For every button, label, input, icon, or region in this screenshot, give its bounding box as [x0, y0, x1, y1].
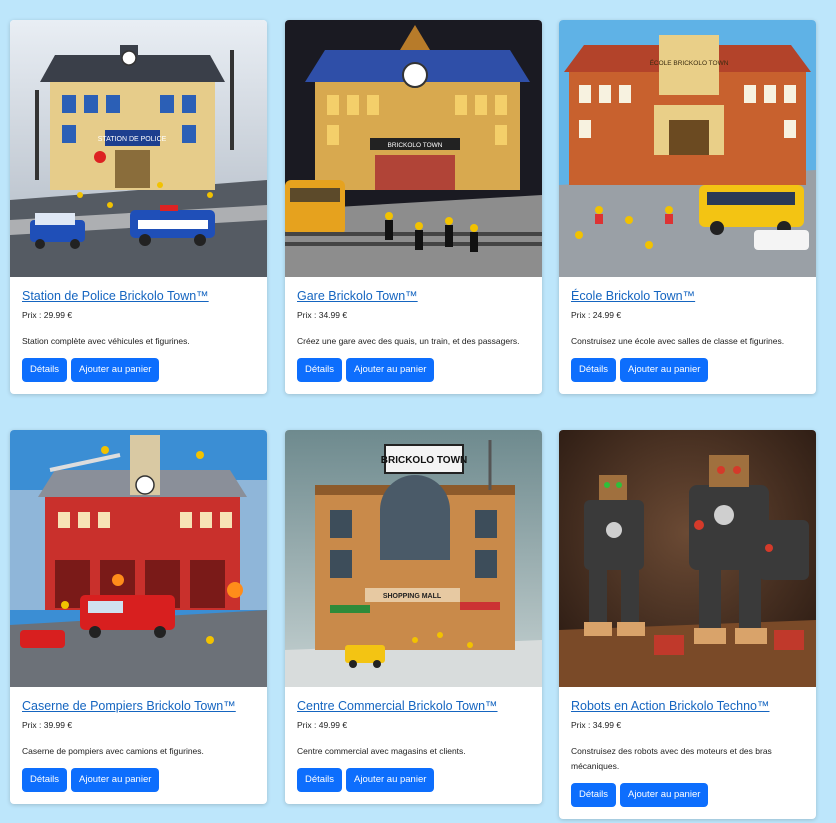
product-description: Construisez des robots avec des moteurs … [571, 746, 772, 771]
product-title-link[interactable]: Station de Police Brickolo Town™ [22, 288, 255, 304]
train-station-illustration: BRICKOLO TOWN [285, 20, 542, 277]
product-image-train-station[interactable]: BRICKOLO TOWN [285, 20, 542, 277]
product-image-police-station[interactable]: STATION DE POLICE [10, 20, 267, 277]
add-to-cart-button[interactable]: Ajouter au panier [71, 768, 160, 792]
details-button[interactable]: Détails [297, 358, 343, 382]
product-price: Prix : 39.99 € [22, 720, 73, 730]
product-card-shopping-mall: BRICKOLO TOWN SHOPPING MALL Centre Comme… [285, 430, 542, 804]
product-price: Prix : 24.99 € [571, 310, 622, 320]
add-to-cart-button[interactable]: Ajouter au panier [71, 358, 160, 382]
police-station-illustration: STATION DE POLICE [10, 20, 267, 277]
product-image-robots[interactable] [559, 430, 816, 687]
product-title-link[interactable]: Gare Brickolo Town™ [297, 288, 530, 304]
product-title-link[interactable]: Centre Commercial Brickolo Town™ [297, 698, 530, 714]
school-illustration: ÉCOLE BRICKOLO TOWN [559, 20, 816, 277]
product-actions: Détails Ajouter au panier [571, 783, 804, 807]
product-image-school[interactable]: ÉCOLE BRICKOLO TOWN [559, 20, 816, 277]
robots-illustration [559, 430, 816, 687]
add-to-cart-button[interactable]: Ajouter au panier [620, 358, 709, 382]
add-to-cart-button[interactable]: Ajouter au panier [620, 783, 709, 807]
product-card-school: ÉCOLE BRICKOLO TOWN École Brickolo Town™ [559, 20, 816, 394]
product-card-fire-station: Caserne de Pompiers Brickolo Town™ Prix … [10, 430, 267, 804]
product-card-train-station: BRICKOLO TOWN Gare Brickolo Town™ Prix :… [285, 20, 542, 394]
police-sign-text: STATION DE POLICE [98, 136, 167, 143]
school-sign-text: ÉCOLE BRICKOLO TOWN [650, 58, 729, 67]
product-title-link[interactable]: Robots en Action Brickolo Techno™ [571, 698, 804, 714]
station-sign-text: BRICKOLO TOWN [387, 142, 442, 149]
product-actions: Détails Ajouter au panier [571, 358, 804, 382]
product-card-police-station: STATION DE POLICE Station de Police Bric… [10, 20, 267, 394]
product-actions: Détails Ajouter au panier [22, 768, 255, 792]
product-price: Prix : 34.99 € [297, 310, 348, 320]
details-button[interactable]: Détails [22, 358, 68, 382]
mall-sign-text: BRICKOLO TOWN [381, 455, 467, 466]
fire-station-illustration [10, 430, 267, 687]
product-actions: Détails Ajouter au panier [297, 768, 530, 792]
add-to-cart-button[interactable]: Ajouter au panier [346, 768, 435, 792]
details-button[interactable]: Détails [571, 783, 617, 807]
product-description: Station complète avec véhicules et figur… [22, 336, 190, 346]
details-button[interactable]: Détails [571, 358, 617, 382]
mall-storefront-text: SHOPPING MALL [383, 593, 442, 600]
product-description: Créez une gare avec des quais, un train,… [297, 336, 520, 346]
product-description: Centre commercial avec magasins et clien… [297, 746, 466, 756]
product-grid: STATION DE POLICE Station de Police Bric… [0, 0, 836, 823]
product-title-link[interactable]: Caserne de Pompiers Brickolo Town™ [22, 698, 255, 714]
product-image-shopping-mall[interactable]: BRICKOLO TOWN SHOPPING MALL [285, 430, 542, 687]
details-button[interactable]: Détails [22, 768, 68, 792]
product-description: Construisez une école avec salles de cla… [571, 336, 785, 346]
product-actions: Détails Ajouter au panier [22, 358, 255, 382]
product-title-link[interactable]: École Brickolo Town™ [571, 288, 804, 304]
product-actions: Détails Ajouter au panier [297, 358, 530, 382]
product-card-robots: Robots en Action Brickolo Techno™ Prix :… [559, 430, 816, 819]
product-image-fire-station[interactable] [10, 430, 267, 687]
details-button[interactable]: Détails [297, 768, 343, 792]
product-description: Caserne de pompiers avec camions et figu… [22, 746, 204, 756]
product-price: Prix : 29.99 € [22, 310, 73, 320]
product-price: Prix : 49.99 € [297, 720, 348, 730]
product-price: Prix : 34.99 € [571, 720, 622, 730]
shopping-mall-illustration: BRICKOLO TOWN SHOPPING MALL [285, 430, 542, 687]
add-to-cart-button[interactable]: Ajouter au panier [346, 358, 435, 382]
